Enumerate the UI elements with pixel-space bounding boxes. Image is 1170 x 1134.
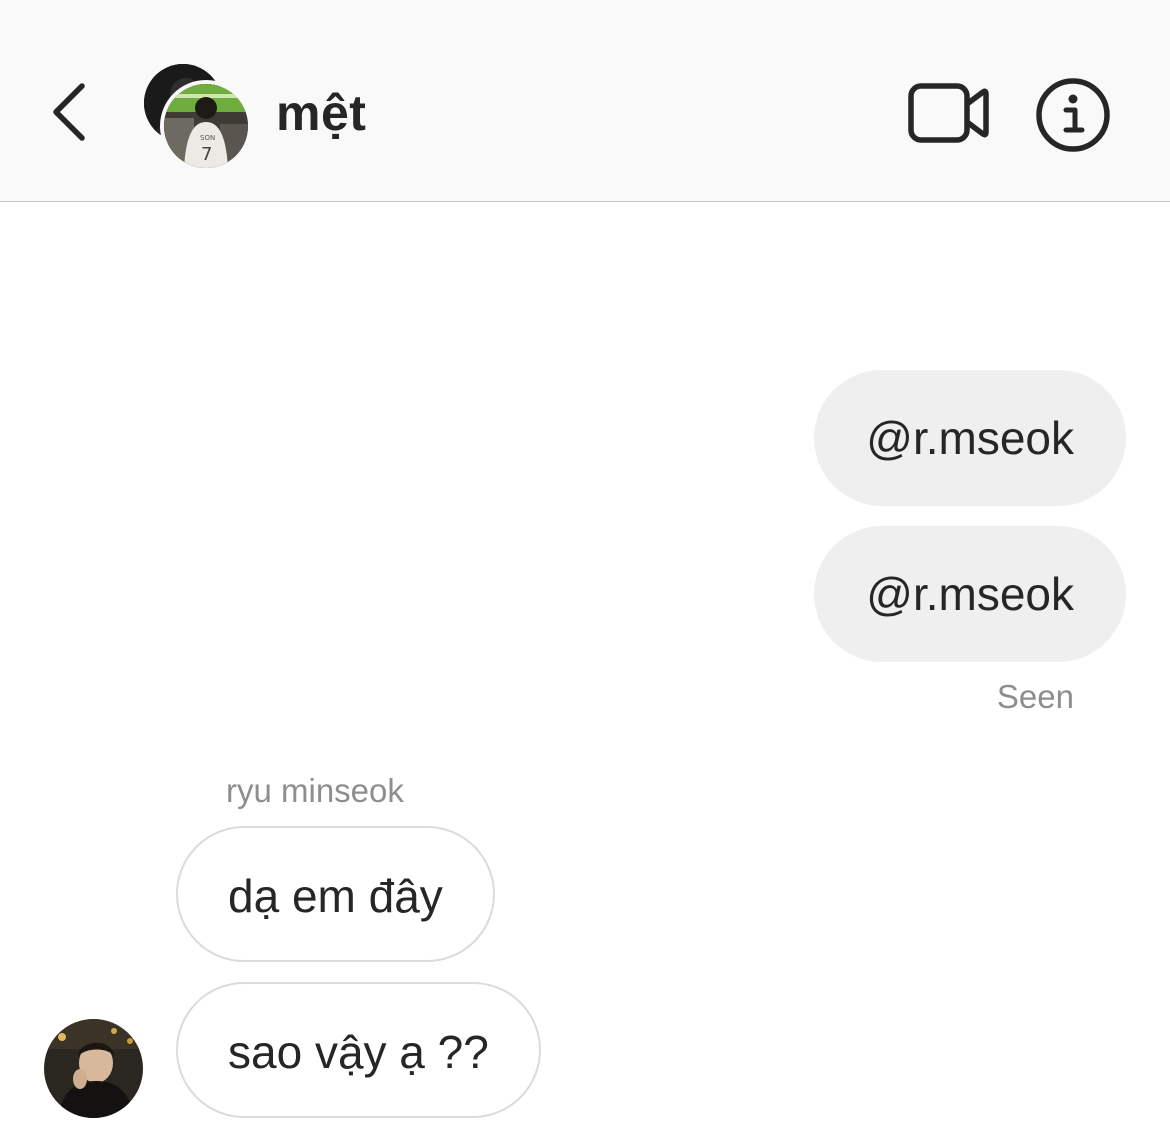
- video-call-button[interactable]: [905, 78, 991, 148]
- info-button[interactable]: [1032, 74, 1114, 156]
- thread-header: SON 7 mệt: [0, 0, 1170, 202]
- dm-thread-screen: SON 7 mệt @r.mseok @r.mseok Seen ryu min…: [0, 0, 1170, 1134]
- sender-avatar[interactable]: [44, 1019, 143, 1118]
- member-avatar-front: SON 7: [160, 80, 252, 172]
- chat-title[interactable]: mệt: [276, 78, 366, 148]
- message-bubble-incoming[interactable]: dạ em đây: [176, 826, 495, 962]
- message-bubble-outgoing[interactable]: @r.mseok: [814, 370, 1126, 506]
- back-button[interactable]: [40, 72, 100, 152]
- svg-text:SON: SON: [200, 134, 215, 142]
- info-icon: [1036, 78, 1110, 152]
- message-bubble-outgoing[interactable]: @r.mseok: [814, 526, 1126, 662]
- video-camera-icon: [908, 83, 989, 143]
- svg-text:7: 7: [201, 144, 212, 165]
- sender-name: ryu minseok: [226, 772, 404, 809]
- message-bubble-incoming[interactable]: sao vậy ạ ??: [176, 982, 541, 1118]
- group-avatar[interactable]: SON 7: [140, 60, 252, 172]
- seen-receipt: Seen: [996, 678, 1074, 715]
- chevron-left-icon: [53, 83, 85, 141]
